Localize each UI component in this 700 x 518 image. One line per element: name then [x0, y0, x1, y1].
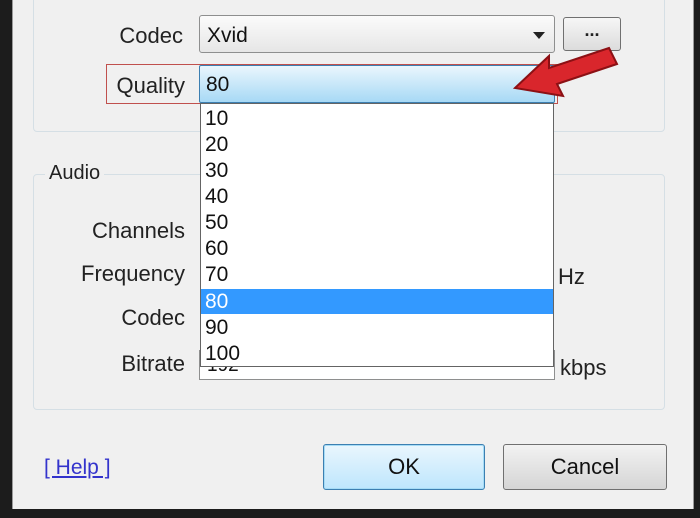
- quality-option-100[interactable]: 100: [201, 341, 553, 366]
- red-arrow-icon: [513, 46, 619, 98]
- quality-option-40[interactable]: 40: [201, 184, 553, 209]
- video-audio-settings-dialog: Codec Xvid ... Quality 80 Audio Channels…: [12, 0, 694, 509]
- quality-option-30[interactable]: 30: [201, 158, 553, 183]
- quality-select[interactable]: 80: [199, 65, 555, 103]
- bitrate-unit: kbps: [560, 355, 607, 380]
- bitrate-label: Bitrate: [121, 351, 185, 376]
- audio-codec-label: Codec: [121, 305, 185, 330]
- frequency-unit: Hz: [558, 264, 585, 289]
- video-codec-value: Xvid: [207, 24, 248, 47]
- video-codec-select[interactable]: Xvid: [199, 15, 555, 53]
- quality-value: 80: [206, 73, 230, 96]
- quality-dropdown-list[interactable]: 10 20 30 40 50 60 70 80 90 100: [200, 103, 554, 367]
- frequency-label: Frequency: [81, 261, 185, 286]
- video-codec-label: Codec: [119, 23, 183, 48]
- quality-option-60[interactable]: 60: [201, 236, 553, 261]
- quality-option-90[interactable]: 90: [201, 315, 553, 340]
- quality-option-80[interactable]: 80: [201, 289, 553, 314]
- channels-label: Channels: [92, 218, 185, 243]
- quality-option-20[interactable]: 20: [201, 132, 553, 157]
- ok-button[interactable]: OK: [323, 444, 485, 490]
- quality-label: Quality: [116, 73, 185, 98]
- quality-option-10[interactable]: 10: [201, 106, 553, 131]
- cancel-button[interactable]: Cancel: [503, 444, 667, 490]
- audio-group-title: Audio: [45, 162, 105, 185]
- help-link[interactable]: [ Help ]: [44, 456, 111, 480]
- chevron-down-icon: [533, 32, 545, 39]
- quality-option-50[interactable]: 50: [201, 210, 553, 235]
- quality-option-70[interactable]: 70: [201, 262, 553, 287]
